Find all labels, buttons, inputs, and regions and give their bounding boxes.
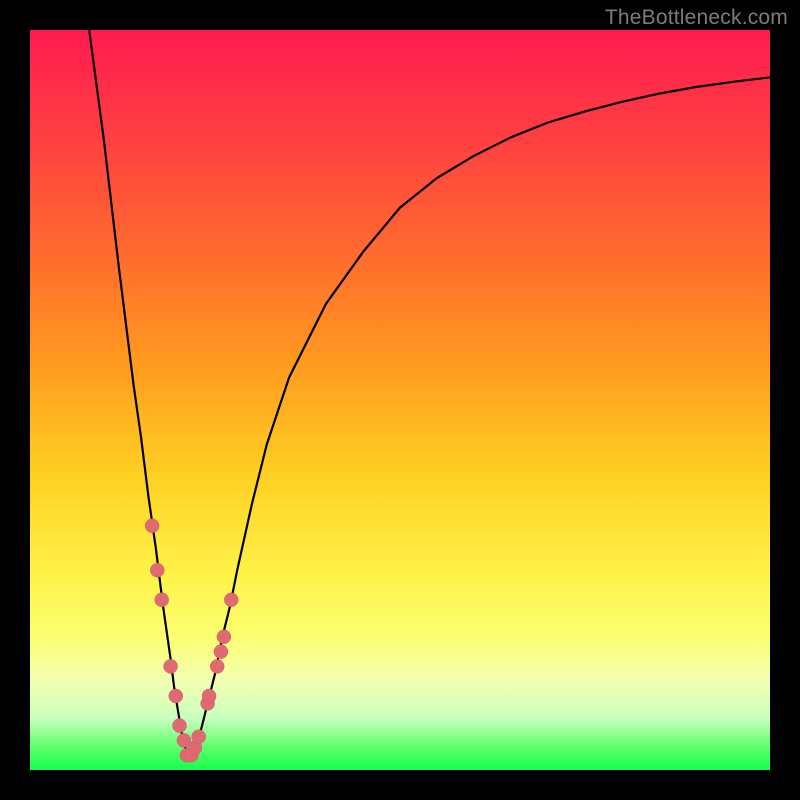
data-point <box>169 689 183 703</box>
watermark-text: TheBottleneck.com <box>605 6 788 30</box>
data-point <box>150 563 164 577</box>
data-point <box>172 719 186 733</box>
data-point <box>164 659 178 673</box>
chart-frame: TheBottleneck.com <box>0 0 800 800</box>
data-point <box>192 730 206 744</box>
data-point <box>210 659 224 673</box>
data-point <box>217 630 231 644</box>
data-point <box>202 689 216 703</box>
data-point <box>224 593 238 607</box>
bottleneck-curve <box>89 30 770 755</box>
data-point <box>145 519 159 533</box>
data-point <box>155 593 169 607</box>
data-markers <box>145 519 238 762</box>
chart-svg <box>30 30 770 770</box>
data-point <box>214 645 228 659</box>
plot-area <box>30 30 770 770</box>
